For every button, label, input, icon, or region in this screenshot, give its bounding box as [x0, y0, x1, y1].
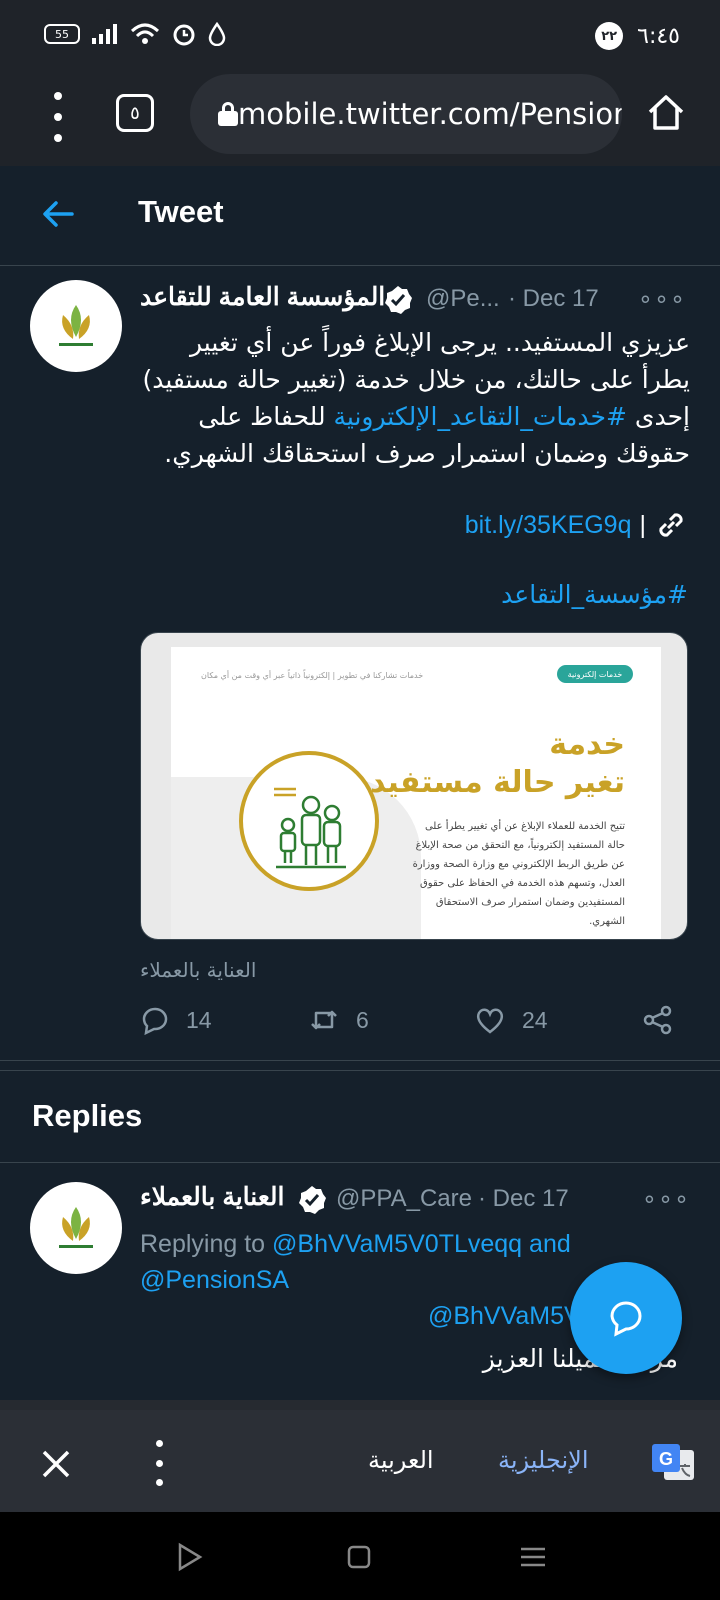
tweet-header: Tweet: [0, 166, 720, 266]
replies-heading: Replies: [32, 1098, 143, 1133]
author-handle[interactable]: @Pe...: [426, 285, 500, 313]
url-text: mobile.twitter.com/PensionSA: [238, 97, 622, 131]
alarm-icon: [173, 24, 195, 46]
battery-level: 55: [55, 27, 69, 41]
share-icon: [643, 1005, 672, 1035]
translate-menu-icon[interactable]: [152, 1440, 166, 1486]
mention-link[interactable]: @PensionSA: [140, 1266, 289, 1294]
tab-switcher-button[interactable]: ٥: [116, 94, 154, 132]
hashtag-link[interactable]: #مؤسسة_التقاعد: [501, 580, 688, 609]
svg-text:G: G: [659, 1449, 673, 1469]
recents-nav-icon[interactable]: [518, 1542, 548, 1572]
close-icon[interactable]: [36, 1444, 76, 1484]
tweet-text: عزيزي المستفيد.. يرجى الإبلاغ فوراً عن أ…: [140, 324, 690, 472]
author-name[interactable]: العناية بالعملاء: [140, 1182, 284, 1212]
replying-prefix: Replying to: [140, 1230, 273, 1258]
tweet-actions: 14 6 24: [138, 1004, 690, 1044]
image-content: خدمات تشاركنا في تطوير | إلكترونياً ذاتي…: [171, 647, 661, 939]
tweet-date[interactable]: · Dec 17: [508, 285, 599, 313]
back-arrow-icon[interactable]: [40, 196, 76, 232]
image-pill: خدمات إلكترونية: [557, 665, 633, 683]
pension-logo-icon: [59, 305, 93, 346]
tweet-link-row: bit.ly/35KEG9q |: [465, 508, 688, 542]
battery-icon: 55: [44, 24, 80, 44]
page-title: Tweet: [138, 194, 224, 229]
home-nav-icon[interactable]: [344, 1542, 374, 1572]
reply-header-row: العناية بالعملاء @PPA_Care · Dec 17 ∘∘∘: [140, 1182, 690, 1222]
verified-badge-icon: [385, 286, 412, 314]
back-nav-icon[interactable]: [174, 1542, 204, 1572]
avatar[interactable]: [30, 1182, 122, 1274]
tweet-image[interactable]: خدمات تشاركنا في تطوير | إلكترونياً ذاتي…: [140, 632, 688, 940]
translate-bar: العربية الإنجليزية G: [0, 1400, 720, 1522]
more-options-icon[interactable]: ∘∘∘: [638, 285, 686, 314]
retweet-icon: [311, 1010, 337, 1030]
water-drop-icon: [208, 22, 226, 46]
more-options-icon[interactable]: ∘∘∘: [642, 1185, 690, 1214]
mention-link[interactable]: @BhVVaM5V0TLveqq: [272, 1230, 522, 1258]
system-nav-bar: [0, 1512, 720, 1600]
heart-icon: [476, 1008, 504, 1034]
notification-badge: ٢٢: [595, 22, 624, 50]
divider: [0, 1162, 720, 1163]
divider: [0, 1060, 720, 1061]
reply-button[interactable]: 14: [138, 1004, 212, 1036]
chat-bubble-icon: [610, 1301, 642, 1337]
retweet-button[interactable]: 6: [308, 1004, 369, 1036]
author-name[interactable]: المؤسسة العامة للتقاعد: [140, 282, 385, 312]
image-nav-text: خدمات تشاركنا في تطوير | إلكترونياً ذاتي…: [201, 671, 424, 680]
tweet-header-row: المؤسسة العامة للتقاعد @Pe... · Dec 17 ∘…: [140, 282, 686, 322]
source-label[interactable]: العناية بالعملاء: [140, 958, 256, 982]
reply-icon: [142, 1007, 168, 1036]
wifi-icon: [130, 23, 160, 44]
source-language-tab[interactable]: العربية: [368, 1446, 434, 1474]
share-button[interactable]: [642, 1004, 674, 1036]
tab-count: ٥: [130, 102, 140, 124]
like-button[interactable]: 24: [474, 1004, 548, 1036]
browser-toolbar: ٥ mobile.twitter.com/PensionSA: [0, 70, 720, 166]
and-word: and: [522, 1230, 571, 1258]
google-translate-icon: G: [652, 1444, 694, 1480]
target-language-tab[interactable]: الإنجليزية: [498, 1446, 589, 1474]
retweet-count: 6: [356, 1006, 369, 1033]
verified-badge-icon: [299, 1186, 326, 1214]
image-subheading: تغير حالة مستفيد: [370, 765, 625, 800]
like-count: 24: [522, 1006, 548, 1033]
image-heading: خدمة: [549, 727, 625, 762]
hashtag-link[interactable]: #خدمات_التقاعد_الإلكترونية: [334, 402, 627, 431]
status-bar: 55 ٢٢ ٦:٤٥: [0, 0, 720, 70]
address-bar[interactable]: mobile.twitter.com/PensionSA: [190, 74, 622, 154]
link-icon: [659, 513, 683, 537]
pension-logo-icon: [59, 1207, 93, 1248]
image-description: تتيح الخدمة للعملاء الإبلاغ عن أي تغيير …: [412, 821, 625, 927]
reply-count: 14: [186, 1006, 212, 1033]
home-icon[interactable]: [646, 92, 686, 132]
family-icon: [274, 787, 346, 869]
avatar[interactable]: [30, 280, 122, 372]
author-handle[interactable]: @PPA_Care: [336, 1185, 472, 1213]
signal-icon: [92, 24, 117, 44]
divider: [0, 1070, 720, 1071]
separator: |: [639, 510, 647, 539]
short-link[interactable]: bit.ly/35KEG9q: [465, 511, 632, 540]
clock: ٦:٤٥: [637, 23, 680, 49]
compose-reply-button[interactable]: [570, 1262, 682, 1374]
reply-date[interactable]: · Dec 17: [478, 1185, 569, 1213]
browser-menu-icon[interactable]: [48, 92, 68, 142]
